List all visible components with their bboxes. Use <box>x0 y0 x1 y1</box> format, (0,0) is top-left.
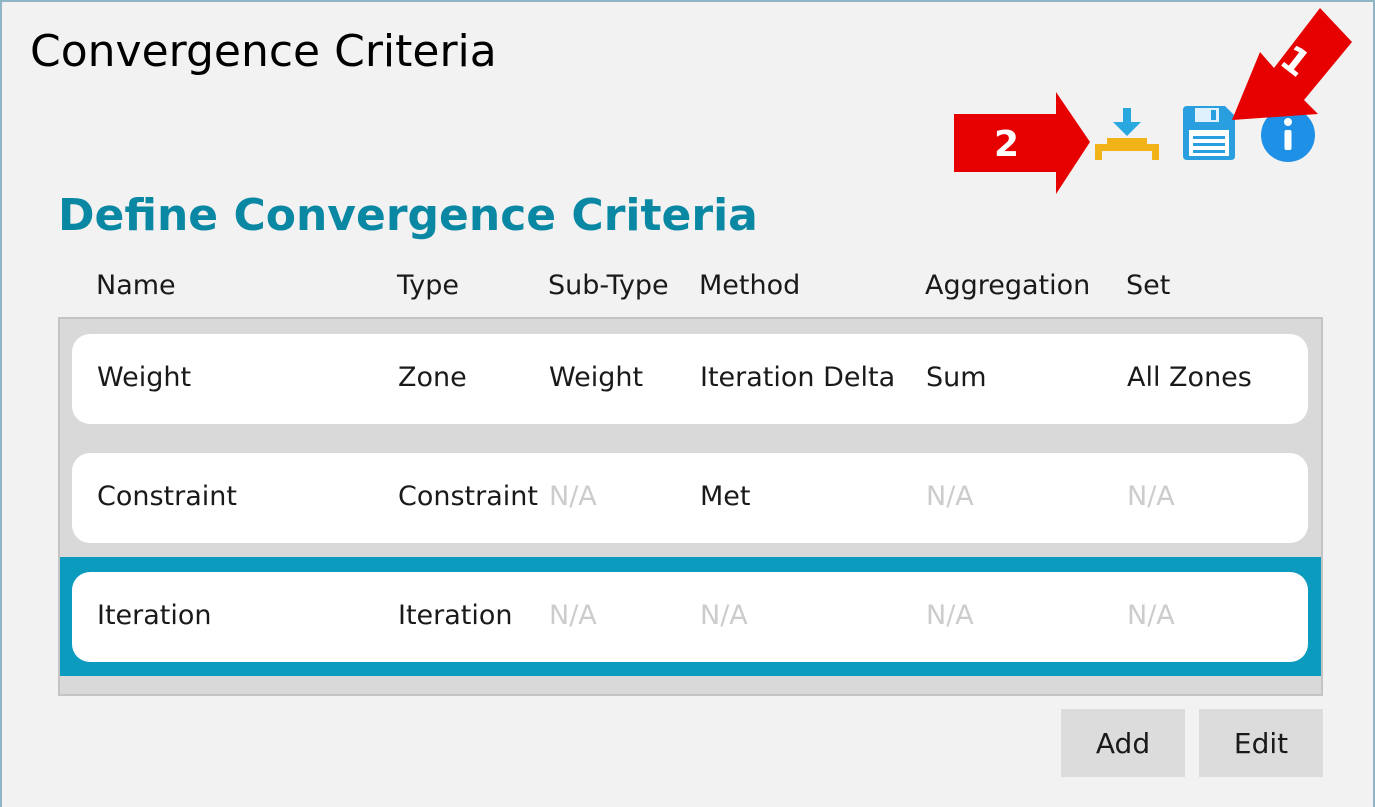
cell-set: All Zones <box>1127 362 1252 393</box>
cell-type: Iteration <box>398 600 513 631</box>
cell-name: Iteration <box>97 600 212 631</box>
cell-subtype: N/A <box>549 600 597 631</box>
table-row-wrapper-selected: Iteration Iteration N/A N/A N/A N/A <box>60 557 1321 676</box>
table-row-wrapper: Weight Zone Weight Iteration Delta Sum A… <box>60 319 1321 438</box>
column-header-aggregation: Aggregation <box>925 270 1091 301</box>
cell-name: Weight <box>97 362 192 393</box>
table-row-wrapper: Constraint Constraint N/A Met N/A N/A <box>60 438 1321 557</box>
cell-name: Constraint <box>97 481 237 512</box>
cell-type: Zone <box>398 362 467 393</box>
callout-number-2: 2 <box>994 124 1020 165</box>
cell-aggregation: N/A <box>926 481 974 512</box>
table-row[interactable]: Constraint Constraint N/A Met N/A N/A <box>72 453 1308 543</box>
edit-button[interactable]: Edit <box>1199 709 1323 777</box>
cell-set: N/A <box>1127 481 1175 512</box>
table-row[interactable]: Weight Zone Weight Iteration Delta Sum A… <box>72 334 1308 424</box>
criteria-table: Weight Zone Weight Iteration Delta Sum A… <box>58 317 1323 696</box>
table-row-selected[interactable]: Iteration Iteration N/A N/A N/A N/A <box>72 572 1308 662</box>
column-header-method: Method <box>699 270 801 301</box>
add-button[interactable]: Add <box>1061 709 1185 777</box>
column-header-type: Type <box>397 270 460 301</box>
cell-subtype: N/A <box>549 481 597 512</box>
section-title: Define Convergence Criteria <box>58 190 758 241</box>
cell-method: Iteration Delta <box>700 362 896 393</box>
cell-aggregation: Sum <box>926 362 987 393</box>
cell-method: Met <box>700 481 751 512</box>
column-header-name: Name <box>96 270 176 301</box>
window-frame: Convergence Criteria 1 2 Define Converge… <box>0 0 1375 807</box>
callout-arrow-2 <box>954 92 1090 194</box>
column-header-set: Set <box>1126 270 1171 301</box>
cell-set: N/A <box>1127 600 1175 631</box>
import-icon[interactable] <box>1095 108 1159 160</box>
column-header-subtype: Sub-Type <box>548 270 669 301</box>
cell-aggregation: N/A <box>926 600 974 631</box>
window-title: Convergence Criteria <box>30 26 497 77</box>
cell-subtype: Weight <box>549 362 644 393</box>
cell-method: N/A <box>700 600 748 631</box>
cell-type: Constraint <box>398 481 538 512</box>
